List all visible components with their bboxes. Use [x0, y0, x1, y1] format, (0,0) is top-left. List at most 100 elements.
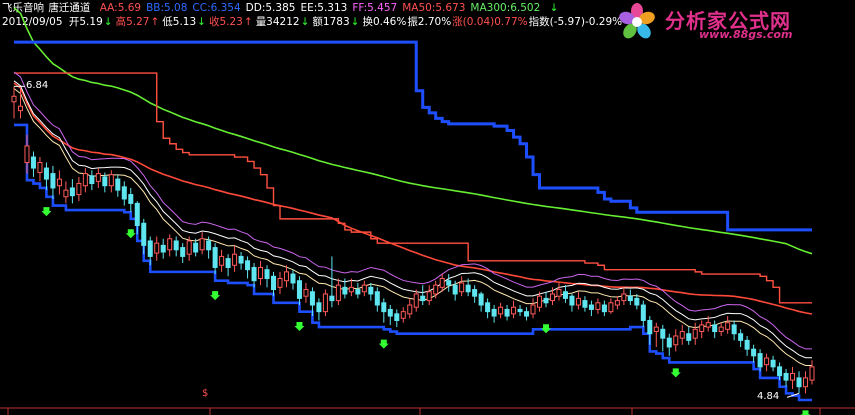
candle-body [562, 291, 568, 299]
candle-body [452, 284, 458, 295]
candle-body [718, 326, 724, 333]
candle-body [121, 186, 127, 200]
upper-channel-line [14, 40, 812, 232]
candle-body [640, 304, 646, 321]
candle-body [43, 167, 49, 180]
candle-body [777, 366, 783, 377]
candle-body [108, 174, 114, 187]
candle-body [283, 271, 289, 282]
candle-body [381, 302, 387, 313]
candle-body [770, 359, 776, 368]
candle-body [173, 240, 179, 251]
candle-body [17, 105, 23, 112]
candle-body [465, 284, 471, 293]
candle-body [796, 377, 802, 388]
candle-body [744, 339, 750, 350]
candle-body [348, 286, 354, 293]
candle-body [296, 280, 302, 299]
candle-body [725, 322, 731, 330]
candle-body [400, 311, 406, 319]
down-arrow-signal [541, 324, 551, 334]
bb-channel-line [14, 123, 812, 402]
candle-body [219, 255, 225, 266]
candle-body [543, 297, 549, 304]
candle-body [588, 304, 594, 310]
candle-body [731, 324, 737, 335]
candle-body [82, 173, 88, 187]
candle-body [751, 348, 757, 357]
dollar-marker: $ [202, 388, 209, 399]
candle-body [485, 302, 491, 313]
candle-body [673, 335, 679, 346]
candle-body [498, 306, 504, 315]
candle-body [95, 173, 101, 182]
candle-body [660, 328, 666, 339]
low-price-label: 4.84 [757, 391, 780, 403]
candle-body [290, 273, 296, 284]
candle-body [128, 194, 134, 204]
candle-body [374, 291, 380, 306]
candle-body [569, 295, 575, 306]
candle-body [115, 178, 121, 191]
aa-channel-line [14, 72, 812, 304]
candle-body [712, 324, 718, 333]
candle-body [692, 328, 698, 339]
candle-body [11, 95, 17, 103]
candle-body [582, 300, 588, 308]
candle-body [167, 238, 173, 251]
candle-body [426, 291, 432, 302]
candle-body [342, 286, 348, 295]
down-arrow-signal [210, 291, 221, 301]
candle-body [199, 238, 205, 251]
candle-body [37, 162, 43, 173]
candle-body [705, 322, 711, 328]
candle-body [232, 253, 238, 266]
down-arrow-signal [125, 229, 136, 239]
candle-body [56, 178, 62, 187]
candle-body [24, 145, 30, 164]
candle-body [154, 242, 160, 254]
candle-body [790, 372, 796, 381]
candle-body [303, 289, 309, 297]
candle-body [69, 187, 75, 197]
candle-body [251, 266, 257, 282]
candle-body [316, 302, 322, 313]
candle-body [601, 304, 607, 313]
candle-body [504, 308, 510, 317]
candle-body [459, 282, 465, 293]
candle-body [368, 286, 374, 295]
candle-body [147, 240, 153, 257]
candle-body [186, 240, 192, 255]
candle-body [686, 333, 692, 341]
candle-body [225, 258, 231, 268]
candle-body [575, 297, 581, 306]
candle-body [511, 306, 517, 315]
candle-body [549, 293, 555, 302]
candle-body [595, 302, 601, 310]
down-arrow-signal [41, 207, 52, 217]
candle-body [180, 247, 186, 257]
ma50-line [13, 82, 813, 315]
candle-body [679, 331, 685, 339]
candle-body [803, 377, 809, 388]
candle-body [407, 304, 413, 315]
down-arrow-signal [378, 339, 389, 349]
candle-body [322, 293, 328, 313]
candle-body [446, 280, 452, 286]
candle-body [556, 289, 562, 297]
candle-body [614, 300, 620, 306]
candle-body [271, 275, 277, 291]
candle-body [783, 372, 789, 381]
down-arrow-signal [670, 368, 681, 378]
candle-body [277, 278, 283, 288]
candle-body [238, 255, 244, 264]
candle-body [329, 295, 335, 302]
candle-body [757, 353, 763, 368]
candle-body [491, 308, 497, 317]
candle-body [387, 308, 393, 317]
down-arrow-signal [800, 410, 811, 415]
candle-body [160, 244, 166, 253]
candle-body [258, 266, 264, 280]
ma300-line [13, 7, 813, 255]
candle-body [102, 176, 108, 187]
